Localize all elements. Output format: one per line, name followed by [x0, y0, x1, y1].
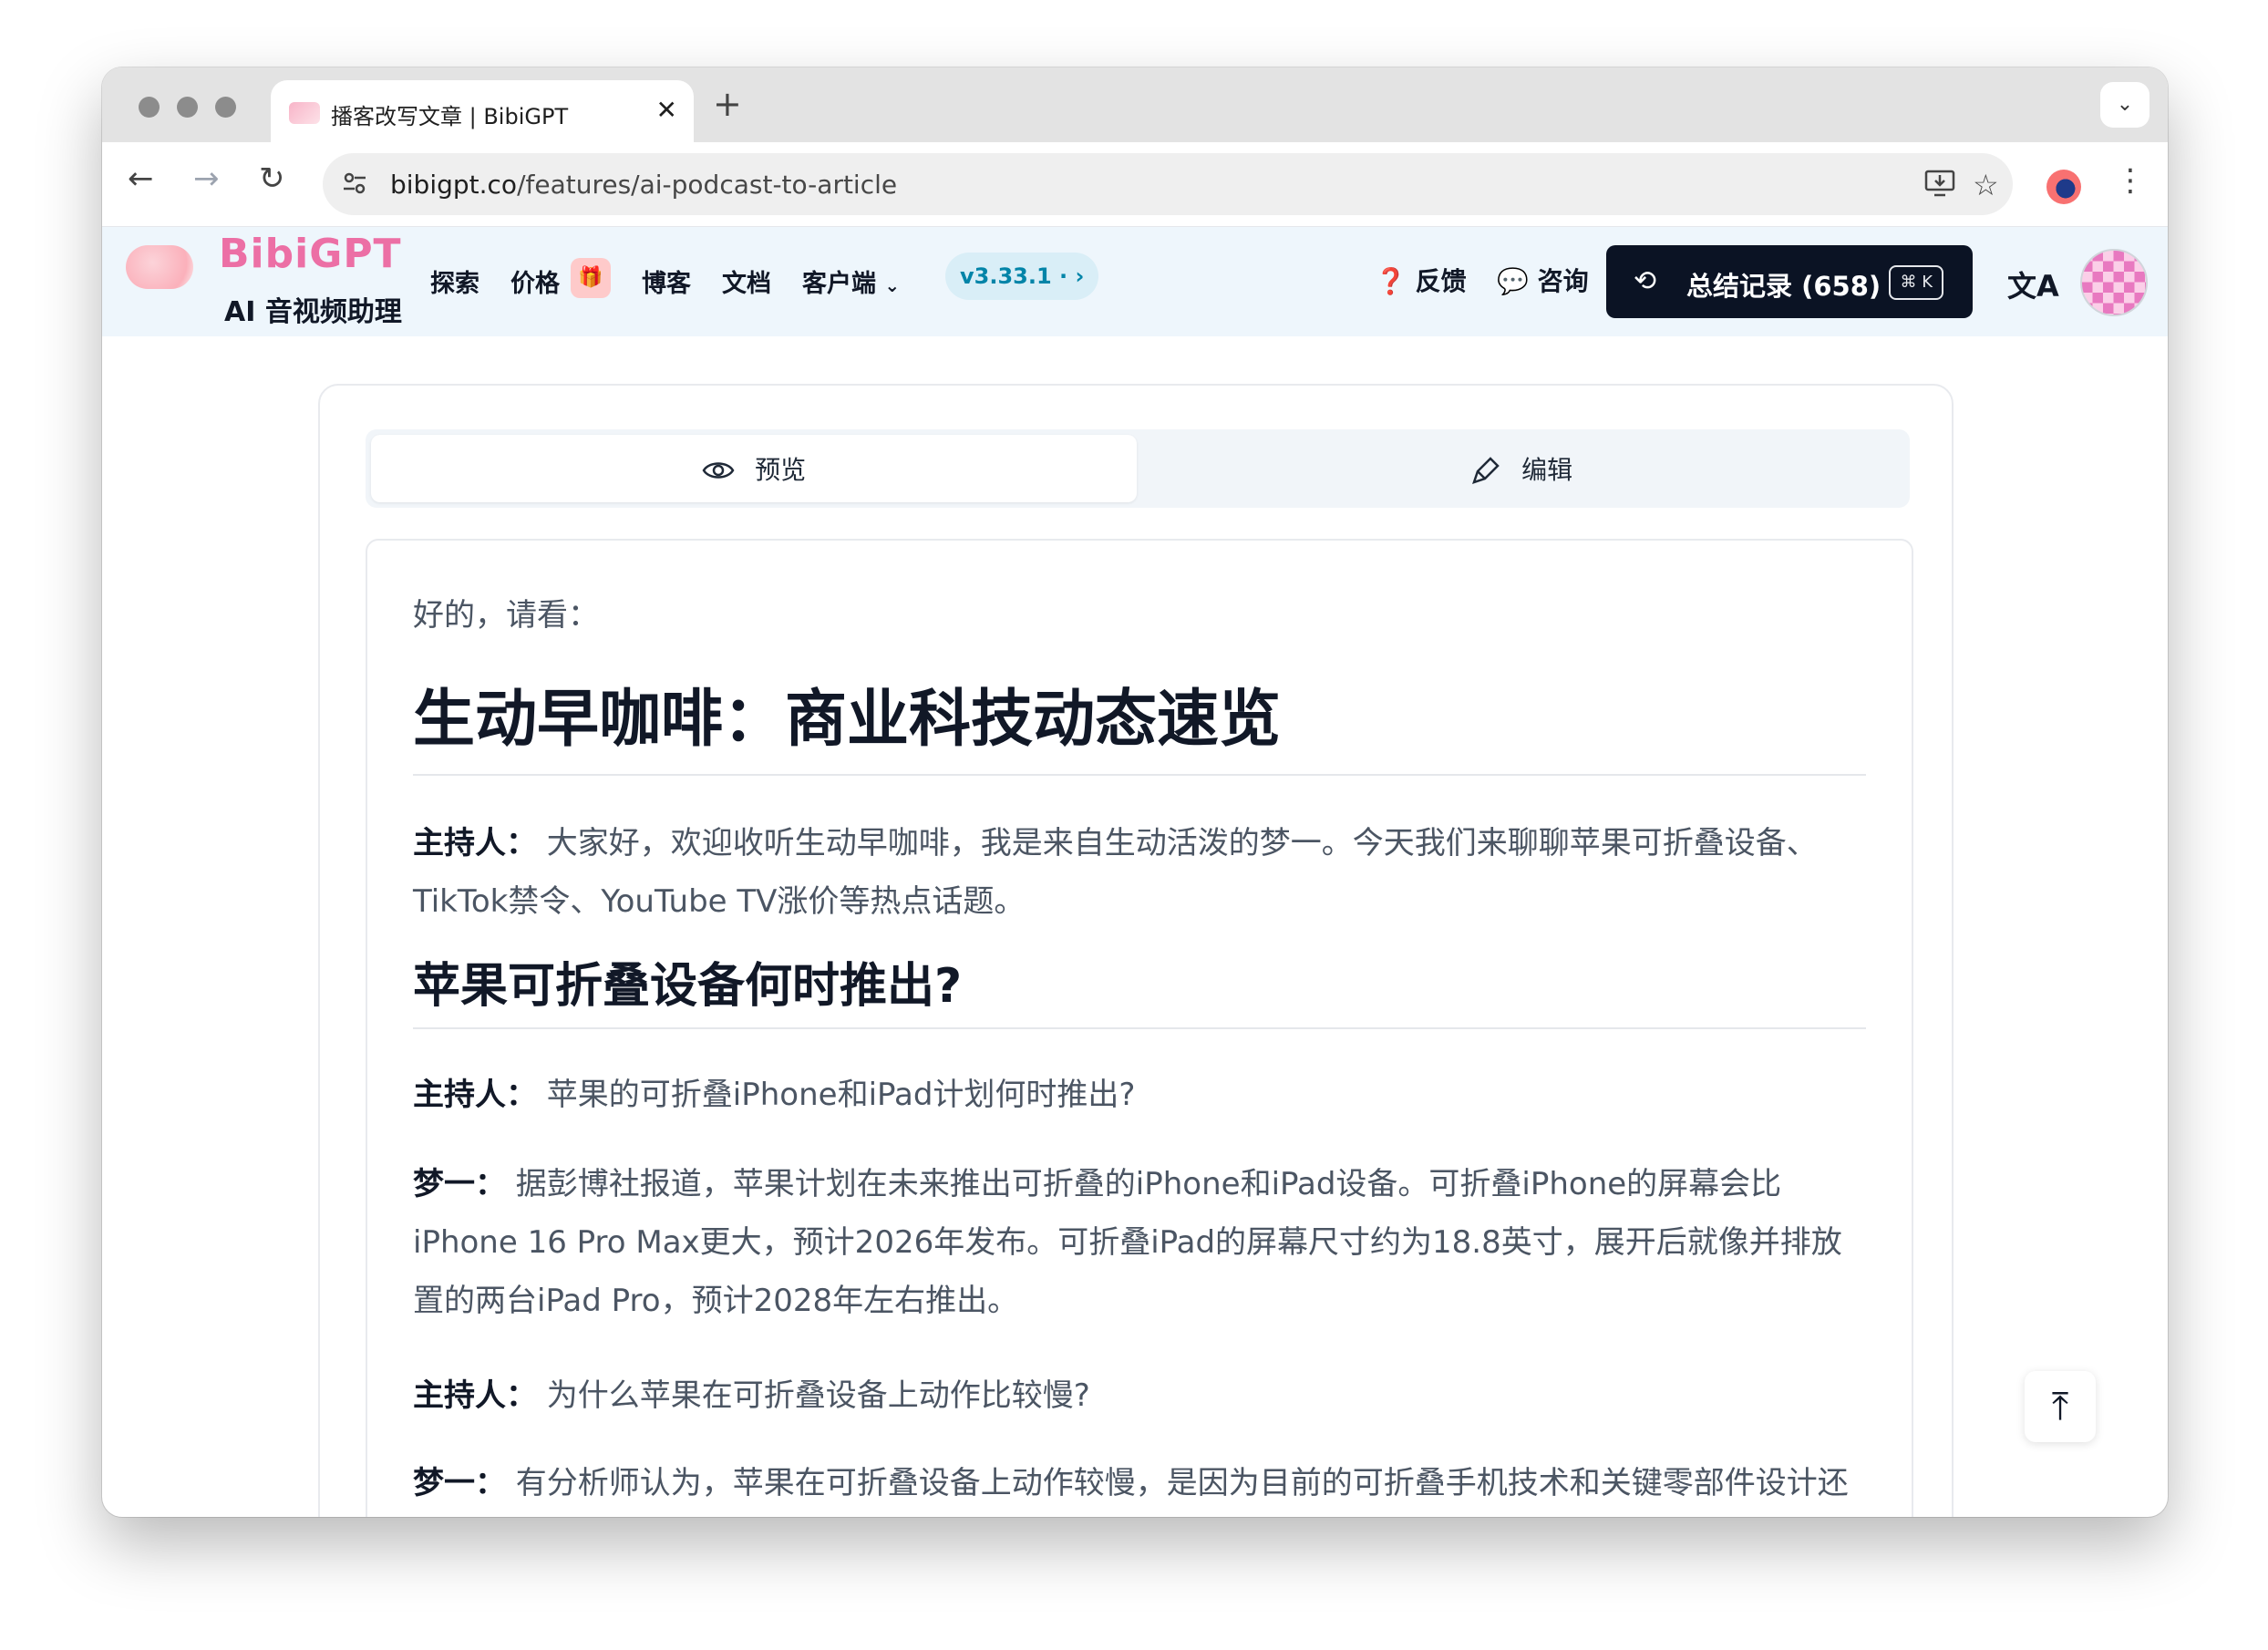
ear-icon: ❓	[1375, 266, 1407, 296]
speaker-label: 主持人：	[413, 825, 537, 861]
close-tab-icon[interactable]: ✕	[656, 95, 677, 125]
nav-blog[interactable]: 博客	[642, 263, 691, 299]
brand-logo-text[interactable]: BibiGPT	[219, 231, 402, 277]
section-divider	[413, 1027, 1866, 1029]
close-window-dot[interactable]	[139, 97, 160, 118]
article-title: 生动早咖啡：商业科技动态速览	[413, 684, 1282, 756]
paragraph-3: 梦一： 据彭博社报道，苹果计划在未来推出可折叠的iPhone和iPad设备。可折…	[413, 1155, 1871, 1330]
paragraph-text: 大家好，欢迎收听生动早咖啡，我是来自生动活泼的梦一。今天我们来聊聊苹果可折叠设备…	[413, 825, 1818, 920]
consult-label: 咨询	[1537, 266, 1589, 296]
browser-window: 播客改写文章 | BibiGPT ✕ + ⌄ ← → ↻ bibigpt.co/…	[102, 67, 2168, 1517]
nav-explore[interactable]: 探索	[430, 263, 479, 299]
paragraph-5: 梦一： 有分析师认为，苹果在可折叠设备上动作较慢，是因为目前的可折叠手机技术和关…	[413, 1454, 1871, 1517]
paragraph-text: 苹果的可折叠iPhone和iPad计划何时推出?	[537, 1077, 1136, 1113]
tab-search-button[interactable]: ⌄	[2100, 82, 2149, 128]
user-avatar[interactable]	[2080, 249, 2148, 316]
scroll-to-top-button[interactable]: ⤒	[2025, 1371, 2096, 1442]
speaker-label: 梦一：	[413, 1465, 506, 1501]
section-heading: 苹果可折叠设备何时推出?	[413, 959, 963, 1014]
nav-docs[interactable]: 文档	[722, 263, 771, 299]
profile-avatar-icon[interactable]	[2046, 170, 2081, 204]
pen-icon	[1470, 451, 1510, 486]
minimize-window-dot[interactable]	[177, 97, 198, 118]
title-divider	[413, 774, 1866, 776]
nav-clients[interactable]: 客户端 ⌄	[802, 263, 900, 299]
nav-clients-label: 客户端	[802, 270, 876, 298]
article-preview: 好的，请看： 生动早咖啡：商业科技动态速览 主持人： 大家好，欢迎收听生动早咖啡…	[366, 539, 1913, 1517]
version-badge[interactable]: v3.33.1 · ›	[945, 253, 1098, 300]
gift-icon[interactable]: 🎁	[571, 258, 611, 298]
consult-link[interactable]: 💬 咨询	[1497, 262, 1589, 298]
speaker-label: 梦一：	[413, 1166, 506, 1202]
browser-toolbar: ← → ↻ bibigpt.co/features/ai-podcast-to-…	[102, 142, 2168, 227]
paragraph-4: 主持人： 为什么苹果在可折叠设备上动作比较慢?	[413, 1366, 1871, 1425]
content-card: 预览 编辑 好的，请看： 生动早咖啡：商业科技动态速览 主持人： 大家好，欢迎收…	[318, 384, 1954, 1517]
url-domain: bibigpt.co	[390, 170, 518, 200]
tab-edit-label: 编辑	[1521, 455, 1573, 485]
forward-arrow-icon[interactable]: →	[193, 160, 220, 197]
site-header: BibiGPT AI 音视频助理 探索 价格 🎁 博客 文档 客户端 ⌄ v3.…	[102, 227, 2168, 336]
favicon-icon	[289, 102, 320, 124]
intro-text: 好的，请看：	[413, 597, 599, 634]
url-path: /features/ai-podcast-to-article	[517, 170, 898, 200]
nav-pricing[interactable]: 价格	[510, 263, 560, 299]
eye-icon	[702, 451, 744, 486]
wechat-icon: 💬	[1497, 266, 1529, 296]
tab-preview-label: 预览	[755, 455, 807, 485]
shortcut-badge: ⌘ K	[1889, 265, 1943, 300]
site-info-icon[interactable]	[341, 170, 368, 203]
paragraph-text: 为什么苹果在可折叠设备上动作比较慢?	[537, 1377, 1090, 1414]
translate-icon[interactable]: 文A	[2007, 263, 2059, 305]
speaker-label: 主持人：	[413, 1077, 537, 1113]
paragraph-1: 主持人： 大家好，欢迎收听生动早咖啡，我是来自生动活泼的梦一。今天我们来聊聊苹果…	[413, 814, 1871, 931]
paragraph-text: 有分析师认为，苹果在可折叠设备上动作较慢，是因为目前的可折叠手机技术和关键零部件…	[515, 1465, 1849, 1501]
tab-title: 播客改写文章 | BibiGPT	[331, 104, 569, 129]
view-toggle: 预览 编辑	[366, 429, 1910, 508]
speaker-label: 主持人：	[413, 1377, 537, 1414]
paragraph-2: 主持人： 苹果的可折叠iPhone和iPad计划何时推出?	[413, 1066, 1871, 1124]
back-arrow-icon[interactable]: ←	[128, 160, 154, 197]
logo-cloud-icon[interactable]	[126, 245, 193, 289]
paragraph-text: 据彭博社报道，苹果计划在未来推出可折叠的iPhone和iPad设备。可折叠iPh…	[413, 1166, 1842, 1319]
more-vert-icon[interactable]: ⋮	[2115, 162, 2146, 199]
feedback-label: 反馈	[1415, 266, 1467, 296]
install-app-icon[interactable]	[1923, 168, 1956, 206]
history-label: 总结记录 (658)	[1686, 271, 1881, 302]
title-bar: 播客改写文章 | BibiGPT ✕ + ⌄	[102, 67, 2168, 142]
tab-edit[interactable]: 编辑	[1139, 435, 1904, 502]
url-text[interactable]: bibigpt.co/features/ai-podcast-to-articl…	[390, 170, 897, 200]
reload-icon[interactable]: ↻	[259, 160, 285, 197]
chevron-down-icon: ⌄	[884, 274, 901, 296]
tab-preview[interactable]: 预览	[371, 435, 1137, 502]
address-bar[interactable]: bibigpt.co/features/ai-podcast-to-articl…	[323, 153, 2013, 215]
new-tab-button[interactable]: +	[713, 84, 742, 124]
history-button[interactable]: ⟲ 总结记录 (658) ⌘ K	[1606, 245, 1973, 318]
brand-tagline: AI 音视频助理	[224, 296, 402, 328]
history-icon: ⟲	[1634, 265, 1657, 297]
star-icon[interactable]: ☆	[1973, 168, 1999, 202]
browser-tab[interactable]: 播客改写文章 | BibiGPT ✕	[271, 80, 694, 142]
zoom-window-dot[interactable]	[215, 97, 236, 118]
arrow-to-top-icon: ⤒	[2051, 1384, 2069, 1428]
feedback-link[interactable]: ❓ 反馈	[1375, 262, 1467, 298]
